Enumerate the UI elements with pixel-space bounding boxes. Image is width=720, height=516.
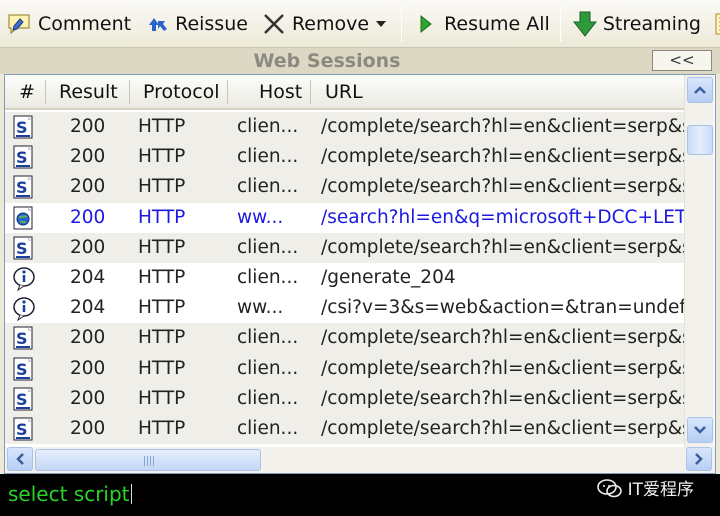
remove-icon [260, 10, 288, 38]
session-rows: S 200 HTTP clien... /complete/search?hl=… [5, 112, 715, 445]
table-row-selected[interactable]: 200 HTTP ww... /search?hl=en&q=microsoft… [5, 202, 711, 233]
column-divider[interactable] [129, 80, 130, 104]
column-divider[interactable] [45, 80, 46, 104]
toolbar-separator [559, 5, 561, 42]
collapse-button[interactable]: << [652, 50, 712, 71]
reissue-button[interactable]: Reissue [137, 4, 254, 44]
vertical-scrollbar[interactable] [684, 75, 714, 447]
reissue-icon [143, 10, 171, 38]
resume-all-button[interactable]: Resume All [406, 4, 556, 44]
info-icon [11, 295, 39, 322]
watermark-text: IT爱程序 [627, 480, 694, 500]
scroll-left-button[interactable] [7, 447, 33, 471]
svg-text:S: S [16, 390, 28, 409]
chevron-down-icon [694, 426, 706, 434]
toolbar-separator [401, 5, 403, 42]
resume-all-label: Resume All [444, 12, 550, 35]
wechat-icon [596, 478, 622, 497]
chevron-left-icon [16, 453, 24, 465]
chevron-up-icon [694, 86, 706, 94]
script-icon: S [11, 325, 39, 351]
quickexec-input[interactable]: select script [8, 482, 132, 506]
table-row[interactable]: 204 HTTP clien... /generate_204 [5, 262, 685, 294]
comment-label: Comment [38, 12, 132, 35]
text-caret [130, 484, 132, 504]
horizontal-scroll-thumb[interactable] [35, 449, 261, 471]
column-header-protocol[interactable]: Protocol [143, 81, 220, 103]
column-header-row: # Result Protocol Host URL [5, 75, 685, 110]
chevron-right-icon [695, 453, 703, 465]
table-row[interactable]: S 200 HTTP clien... /complete/search?hl=… [5, 112, 715, 143]
svg-text:S: S [16, 118, 28, 137]
vertical-scroll-thumb[interactable] [687, 125, 713, 155]
autodecode-icon [713, 10, 720, 38]
svg-text:S: S [16, 360, 28, 379]
toolbar: Comment Reissue Remove Resume All Stream… [0, 0, 720, 47]
scroll-right-button[interactable] [686, 447, 712, 471]
quickexec-bar[interactable]: select script IT爱程序 [0, 474, 720, 516]
quickexec-value: select script [8, 482, 130, 506]
html-page-icon [11, 205, 39, 231]
script-icon: S [11, 416, 39, 442]
table-row[interactable]: S 200 HTTP clien... /complete/search?hl=… [5, 383, 715, 414]
reissue-label: Reissue [175, 12, 248, 35]
table-row[interactable]: S 200 HTTP clien... /complete/search?hl=… [5, 232, 715, 263]
script-icon: S [11, 174, 39, 200]
column-header-url[interactable]: URL [325, 81, 363, 103]
sessions-list: # Result Protocol Host URL S 200 HTTP cl… [4, 74, 716, 474]
table-row[interactable]: 204 HTTP ww... /csi?v=3&s=web&action=&tr… [5, 293, 715, 324]
watermark: IT爱程序 [596, 475, 694, 500]
svg-text:S: S [16, 178, 28, 197]
autodecode-button[interactable]: Au [707, 4, 720, 44]
info-icon [11, 265, 39, 292]
script-icon: S [11, 235, 39, 261]
remove-button[interactable]: Remove [254, 4, 397, 44]
table-row[interactable]: S 200 HTTP clien... /complete/search?hl=… [5, 323, 715, 354]
column-header-host[interactable]: Host [259, 81, 302, 103]
column-divider[interactable] [310, 80, 311, 104]
remove-label: Remove [291, 12, 370, 35]
streaming-icon [571, 10, 599, 38]
web-sessions-title: Web Sessions [253, 50, 401, 72]
svg-text:S: S [16, 148, 28, 167]
table-row[interactable]: S 200 HTTP clien... /complete/search?hl=… [5, 413, 715, 445]
streaming-label: Streaming [602, 12, 701, 35]
table-row[interactable]: S 200 HTTP clien... /complete/search?hl=… [5, 142, 715, 173]
table-row[interactable]: S 200 HTTP clien... /complete/search?hl=… [5, 353, 715, 384]
resume-all-icon [412, 10, 440, 38]
svg-text:S: S [16, 239, 28, 258]
web-sessions-header: Web Sessions << [0, 47, 720, 74]
horizontal-scrollbar[interactable] [5, 447, 715, 473]
script-icon: S [11, 356, 39, 382]
chevron-down-icon[interactable] [376, 20, 387, 27]
column-divider[interactable] [227, 80, 228, 104]
comment-icon [6, 10, 34, 38]
column-header-number[interactable]: # [19, 81, 35, 103]
table-row[interactable]: S 200 HTTP clien... /complete/search?hl=… [5, 172, 715, 203]
column-header-result[interactable]: Result [59, 81, 118, 103]
script-icon: S [11, 144, 39, 170]
scroll-down-button[interactable] [687, 417, 713, 443]
script-icon: S [11, 386, 39, 412]
svg-text:S: S [16, 420, 28, 439]
streaming-button[interactable]: Streaming [565, 4, 707, 44]
svg-text:S: S [16, 329, 28, 348]
scroll-up-button[interactable] [687, 77, 713, 103]
script-icon: S [11, 114, 39, 140]
comment-button[interactable]: Comment [0, 4, 137, 44]
